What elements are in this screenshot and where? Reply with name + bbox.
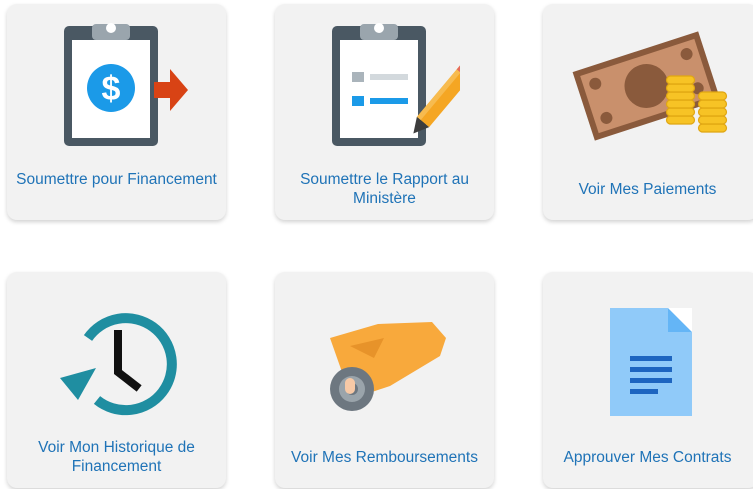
tile-label: Voir Mes Remboursements bbox=[291, 449, 478, 466]
tile-funding-history[interactable]: Voir Mon Historique de Financement bbox=[7, 272, 226, 488]
tile-view-payments[interactable]: Voir Mes Paiements bbox=[543, 4, 753, 220]
dashboard-page: { "tiles": [ {"label": "Soumettre pour F… bbox=[0, 0, 753, 489]
tile-submit-funding[interactable]: $ Soumettre pour Financement bbox=[7, 4, 226, 220]
clipboard-dollar-icon: $ bbox=[63, 23, 188, 146]
tile-label: Soumettre pour Financement bbox=[16, 171, 217, 188]
clipboard-checklist-pencil-icon bbox=[331, 23, 460, 146]
tile-submit-report[interactable]: Soumettre le Rapport au Ministère bbox=[275, 4, 494, 220]
history-clock-icon bbox=[59, 313, 177, 416]
tile-label: Approuver Mes Contrats bbox=[563, 449, 732, 466]
tile-label: Voir Mon Historique de Financement bbox=[38, 439, 195, 475]
hand-coin-icon bbox=[329, 322, 446, 411]
tile-approve-contracts[interactable]: Approuver Mes Contrats bbox=[543, 272, 753, 488]
document-icon bbox=[609, 308, 692, 416]
tile-view-refunds[interactable]: Voir Mes Remboursements bbox=[275, 272, 494, 488]
money-bill-coins-icon bbox=[572, 31, 727, 141]
svg-text:$: $ bbox=[101, 70, 120, 108]
tile-label: Soumettre le Rapport au Ministère bbox=[300, 171, 469, 207]
tile-label: Voir Mes Paiements bbox=[578, 181, 717, 198]
